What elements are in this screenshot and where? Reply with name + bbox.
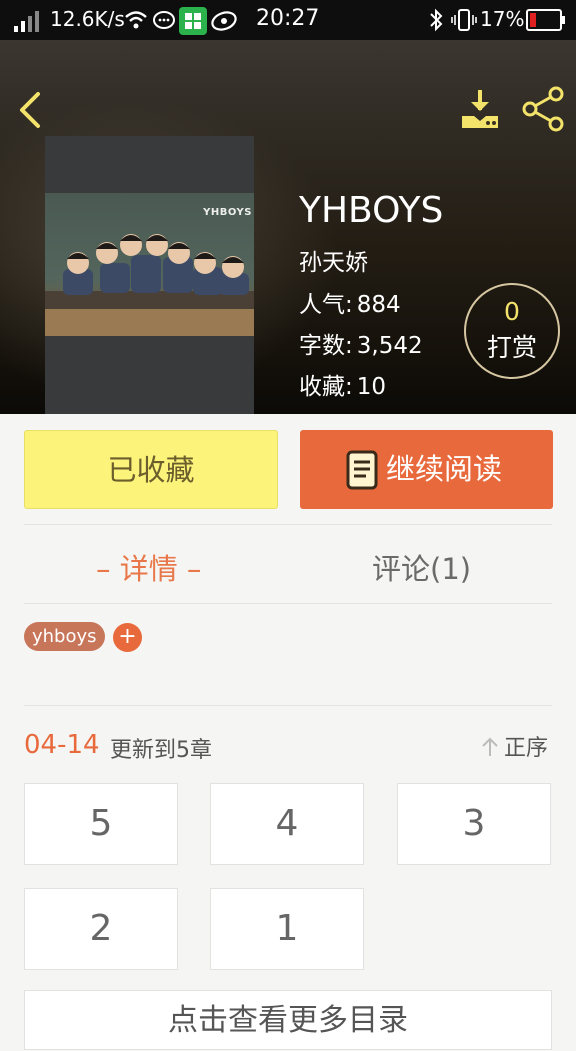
status-bar: 12.6K/s 20:27 17% [0, 0, 576, 40]
sort-order-button[interactable]: 正序 [480, 730, 548, 762]
stat-label: 人气: [299, 292, 353, 318]
arrow-up-icon [482, 737, 498, 756]
chapter-button[interactable]: 2 [24, 888, 178, 970]
cover-photo: YHBOYS [45, 193, 254, 336]
book-title: YHBOYS [299, 190, 444, 231]
update-status: 更新到5章 [110, 738, 212, 763]
stat-label: 字数: [299, 333, 353, 359]
chapter-button[interactable]: 5 [24, 783, 178, 865]
divider [24, 705, 552, 706]
stat-value: 10 [356, 374, 387, 400]
continue-reading-label: 继续阅读 [386, 452, 503, 486]
favorited-button[interactable]: 已收藏 [24, 430, 278, 509]
book-author: 孙天娇 [299, 250, 368, 276]
wifi-icon [125, 11, 147, 29]
sync-icon [211, 11, 237, 31]
vibrate-icon [451, 9, 477, 31]
view-more-chapters-button[interactable]: 点击查看更多目录 [24, 990, 552, 1050]
stat-popularity: 人气: 884 [299, 285, 401, 319]
divider [24, 603, 552, 604]
stat-label: 收藏: [299, 374, 353, 400]
stat-value: 884 [356, 292, 401, 318]
tab-details[interactable]: – 详情 – [96, 546, 201, 588]
tab-comments[interactable]: 评论(1) [372, 546, 471, 588]
stat-word-count: 字数: 3,542 [299, 326, 423, 360]
book-cover[interactable]: YHBOYS [45, 136, 254, 414]
bluetooth-icon [430, 8, 443, 32]
tip-count: 0 [504, 297, 520, 326]
sort-order-label: 正序 [504, 736, 549, 761]
share-icon[interactable] [520, 86, 568, 132]
stat-favorites: 收藏: 10 [299, 367, 386, 401]
tag-chip[interactable]: yhboys [24, 622, 105, 651]
add-tag-button[interactable]: + [113, 623, 142, 652]
battery-icon [526, 9, 565, 31]
update-date: 04-14 [24, 730, 100, 760]
download-icon[interactable] [456, 88, 504, 132]
book-header: YHBOYS YHBOYS 孙天娇 人气: 884 字数: 3,542 收藏: … [0, 40, 576, 414]
message-icon [153, 11, 175, 29]
network-speed: 12.6K/s [50, 7, 125, 31]
battery-percent: 17% [480, 7, 525, 31]
clock: 20:27 [256, 6, 320, 31]
tip-button[interactable]: 0 打赏 [464, 283, 560, 379]
book-icon [346, 450, 378, 490]
group-photo-image [45, 234, 254, 336]
signal-icon [14, 11, 39, 32]
chapter-button[interactable]: 1 [210, 888, 364, 970]
app-notification-icon [179, 7, 207, 35]
back-button[interactable] [14, 88, 50, 132]
divider [24, 524, 552, 525]
continue-reading-button[interactable]: 继续阅读 [300, 430, 553, 509]
tip-label: 打赏 [486, 333, 537, 362]
chapter-button[interactable]: 4 [210, 783, 364, 865]
chapter-button[interactable]: 3 [397, 783, 551, 865]
stat-value: 3,542 [356, 333, 423, 359]
